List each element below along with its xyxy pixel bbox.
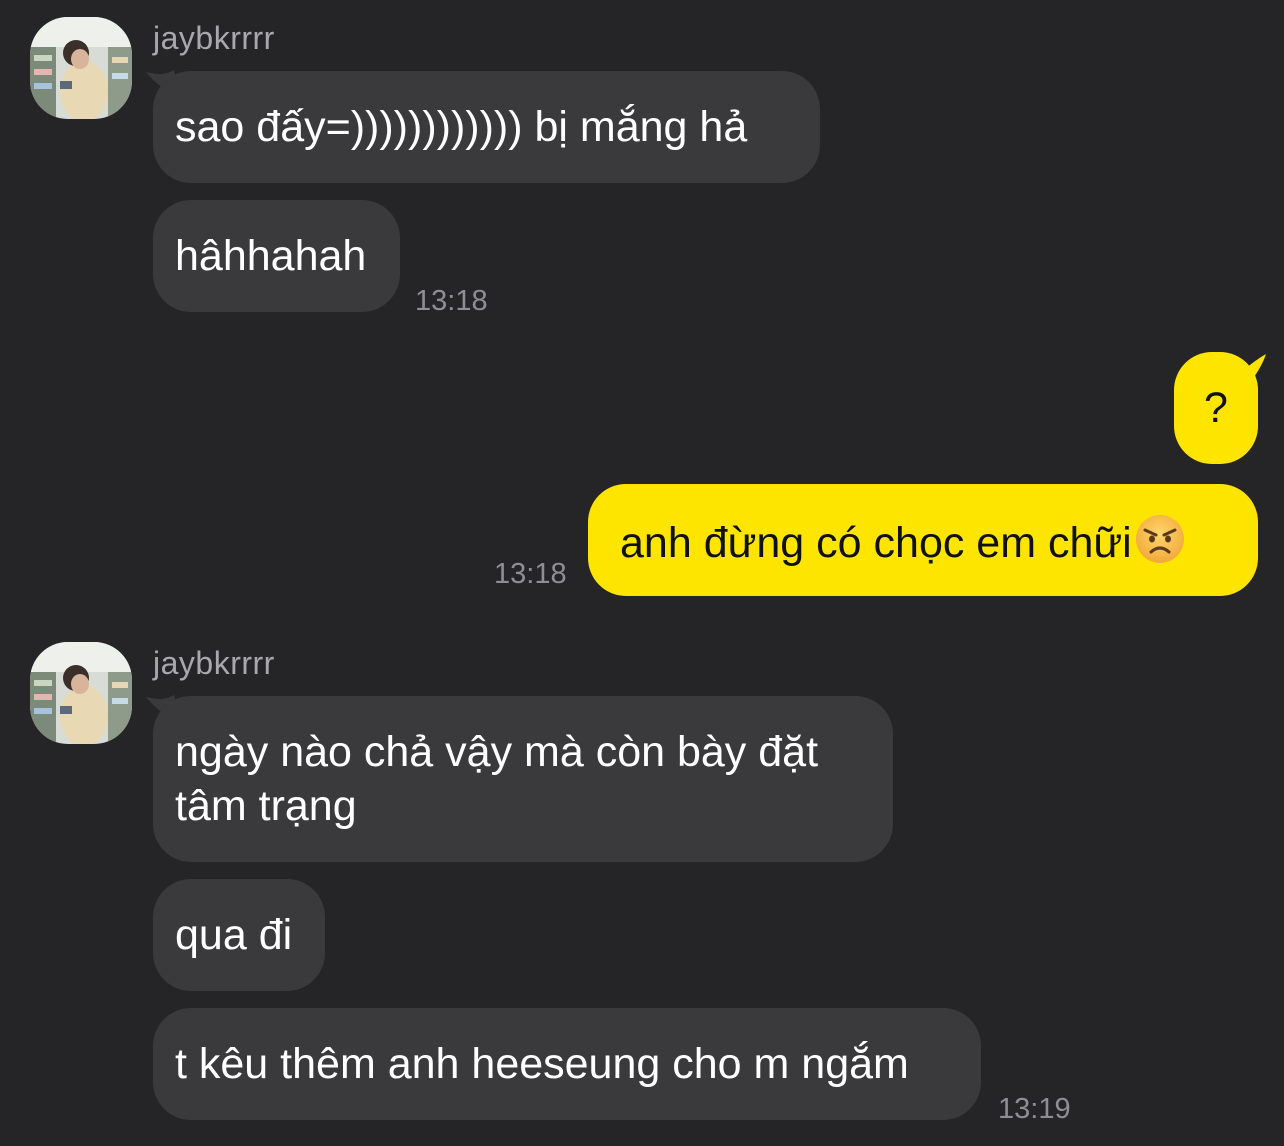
message-bubble[interactable]: sao đấy=)))))))))))) bị mắng hả	[153, 71, 820, 183]
message-bubble[interactable]: ?	[1174, 352, 1258, 464]
message-bubble[interactable]: hâhhahah	[153, 200, 400, 312]
message-text: qua đi	[175, 911, 293, 959]
angry-face-emoji-icon	[1135, 515, 1184, 563]
message-bubble[interactable]: anh đừng có chọc em chữi	[588, 484, 1258, 596]
message-text: ?	[1204, 384, 1228, 432]
timestamp: 13:18	[415, 285, 488, 317]
message-text: hâhhahah	[175, 232, 367, 280]
timestamp: 13:19	[998, 1093, 1071, 1125]
message-bubble[interactable]: ngày nào chả vậy mà còn bày đặt tâm trạn…	[153, 696, 893, 862]
message-text-content: anh đừng có chọc em chữi	[620, 519, 1132, 567]
avatar-photo	[30, 642, 132, 744]
message-bubble[interactable]: qua đi	[153, 879, 325, 991]
avatar[interactable]	[30, 642, 132, 744]
avatar-photo	[30, 17, 132, 119]
message-bubble[interactable]: t kêu thêm anh heeseung cho m ngắm	[153, 1008, 981, 1120]
message-text: anh đừng có chọc em chữi	[620, 513, 1258, 570]
message-text-line: tâm trạng	[175, 782, 357, 830]
message-text-line: ngày nào chả vậy mà còn bày đặt	[175, 728, 819, 776]
sender-name: jaybkrrrr	[153, 645, 275, 681]
message-text: sao đấy=)))))))))))) bị mắng hả	[175, 103, 748, 151]
avatar[interactable]	[30, 17, 132, 119]
sender-name: jaybkrrrr	[153, 20, 275, 56]
message-text: t kêu thêm anh heeseung cho m ngắm	[175, 1040, 909, 1088]
timestamp: 13:18	[494, 558, 567, 590]
